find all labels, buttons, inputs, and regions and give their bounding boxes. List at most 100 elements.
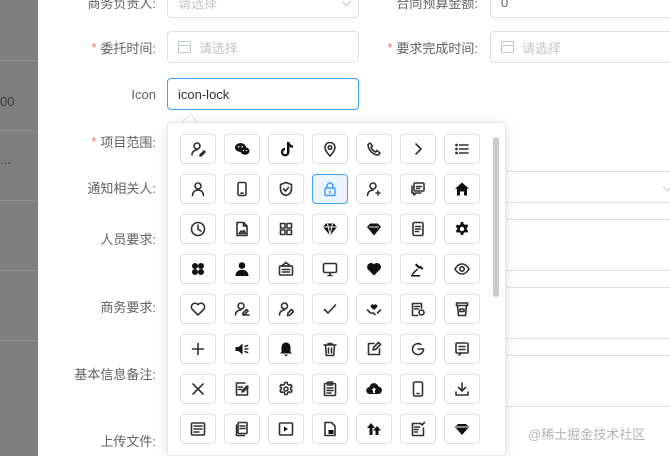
icon-option-file-settings[interactable] — [400, 294, 436, 324]
icon-option-phone[interactable] — [356, 134, 392, 164]
news-icon — [190, 422, 206, 436]
icon-option-edit[interactable] — [356, 334, 392, 364]
entrust-time-picker[interactable]: 请选择 — [167, 31, 359, 63]
icon-option-shield-check[interactable] — [268, 174, 304, 204]
icon-option-location[interactable] — [312, 134, 348, 164]
icon-option-comment[interactable] — [444, 334, 480, 364]
icon-option-home[interactable] — [444, 174, 480, 204]
icon-input[interactable]: icon-lock — [167, 78, 359, 110]
diamond-icon — [323, 223, 337, 236]
icon-option-heart-hand[interactable] — [356, 294, 392, 324]
watermark: @稀土掘金技术社区 — [528, 427, 646, 442]
chevron-down-icon — [662, 181, 670, 192]
icon-option-bell-filled[interactable] — [268, 334, 304, 364]
icon-option-gear-filled[interactable] — [444, 214, 480, 244]
budget-input[interactable]: 0 — [490, 0, 670, 18]
require-time-picker[interactable]: 请选择 — [490, 31, 670, 63]
required-mark: * — [387, 39, 393, 55]
icon-option-user-edit-2[interactable] — [224, 294, 260, 324]
label-text: 要求完成时间: — [396, 40, 478, 56]
arrows-up-icon — [367, 423, 381, 435]
icon-option-document[interactable] — [400, 214, 436, 244]
required-mark: * — [91, 39, 97, 55]
icon-option-download[interactable] — [444, 374, 480, 404]
plus-icon — [191, 342, 205, 356]
basic-note-textarea[interactable] — [506, 355, 670, 407]
bg-divider — [0, 130, 38, 131]
file-settings-icon — [411, 302, 425, 317]
icon-option-user-pen[interactable] — [268, 294, 304, 324]
lock-icon — [324, 182, 336, 197]
smartphone-icon — [412, 381, 424, 397]
icon-option-wechat[interactable] — [224, 134, 260, 164]
check-icon — [323, 304, 337, 314]
bg-divider — [0, 270, 38, 271]
popover-scrollbar[interactable] — [493, 137, 499, 297]
icon-option-settings[interactable] — [268, 374, 304, 404]
icon-option-heart[interactable] — [180, 294, 216, 324]
eye-icon — [454, 263, 470, 275]
icon-option-file-image[interactable] — [224, 214, 260, 244]
form-label: 商务负责人: — [38, 0, 156, 18]
clock-icon — [190, 221, 206, 237]
icon-option-monitor[interactable] — [312, 254, 348, 284]
cloud-upload-icon — [366, 383, 382, 395]
icon-option-chevron-right[interactable] — [400, 134, 436, 164]
icon-option-gavel[interactable] — [400, 254, 436, 284]
user-add-icon — [366, 182, 381, 197]
icon-option-close[interactable] — [180, 374, 216, 404]
icon-option-delete[interactable] — [312, 334, 348, 364]
icon-option-refresh[interactable] — [400, 334, 436, 364]
icon-option-user-add[interactable] — [356, 174, 392, 204]
icon-option-checklist[interactable] — [400, 414, 436, 444]
icon-option-chat-box[interactable] — [400, 174, 436, 204]
background-page: 00 ... — [0, 0, 38, 456]
icon-option-trash-box[interactable] — [444, 294, 480, 324]
icon-option-user-filled[interactable] — [224, 254, 260, 284]
icon-option-heart-filled[interactable] — [356, 254, 392, 284]
business-textarea[interactable] — [506, 287, 670, 339]
icon-option-diamond[interactable] — [312, 214, 348, 244]
icon-option-plus[interactable] — [180, 334, 216, 364]
icon-option-user[interactable] — [180, 174, 216, 204]
icon-option-list[interactable] — [444, 134, 480, 164]
icon-option-mobile[interactable] — [224, 174, 260, 204]
icon-option-diamond-filled[interactable] — [356, 214, 392, 244]
staff-textarea[interactable] — [506, 219, 670, 271]
calendar-icon — [501, 41, 514, 53]
icon-option-volume[interactable] — [224, 334, 260, 364]
document-icon — [412, 221, 424, 237]
icon-option-task-edit[interactable] — [224, 374, 260, 404]
icon-option-eye[interactable] — [444, 254, 480, 284]
close-icon — [192, 383, 204, 395]
phone-icon — [367, 142, 381, 156]
label-text: 通知相关人: — [87, 180, 156, 196]
icon-option-grid[interactable] — [268, 214, 304, 244]
icon-option-check[interactable] — [312, 294, 348, 324]
icon-option-clock[interactable] — [180, 214, 216, 244]
trash-box-icon — [455, 302, 469, 317]
icon-option-briefcase[interactable] — [268, 254, 304, 284]
label-text: 商务要求: — [100, 299, 156, 315]
notify-select[interactable] — [506, 171, 670, 203]
notify-label: 通知相关人: — [38, 171, 156, 203]
mobile-icon — [237, 181, 247, 197]
comment-icon — [455, 342, 469, 356]
icon-option-user-edit[interactable] — [180, 134, 216, 164]
icon-option-diamond-small[interactable] — [444, 414, 480, 444]
icon-option-clipboard[interactable] — [312, 374, 348, 404]
business-owner-select[interactable]: 请选择 — [167, 0, 359, 18]
icon-option-apps-filled[interactable] — [180, 254, 216, 284]
icon-option-tiktok[interactable] — [268, 134, 304, 164]
gavel-icon — [411, 263, 424, 277]
heart-hand-icon — [366, 304, 382, 316]
icon-option-arrows-up[interactable] — [356, 414, 392, 444]
monitor-icon — [322, 262, 338, 277]
icon-option-lock[interactable] — [312, 174, 348, 204]
icon-option-smartphone[interactable] — [400, 374, 436, 404]
icon-option-file-copy[interactable] — [224, 414, 260, 444]
icon-option-video-file[interactable] — [268, 414, 304, 444]
icon-option-file-lock[interactable] — [312, 414, 348, 444]
icon-option-news[interactable] — [180, 414, 216, 444]
icon-option-cloud-upload[interactable] — [356, 374, 392, 404]
